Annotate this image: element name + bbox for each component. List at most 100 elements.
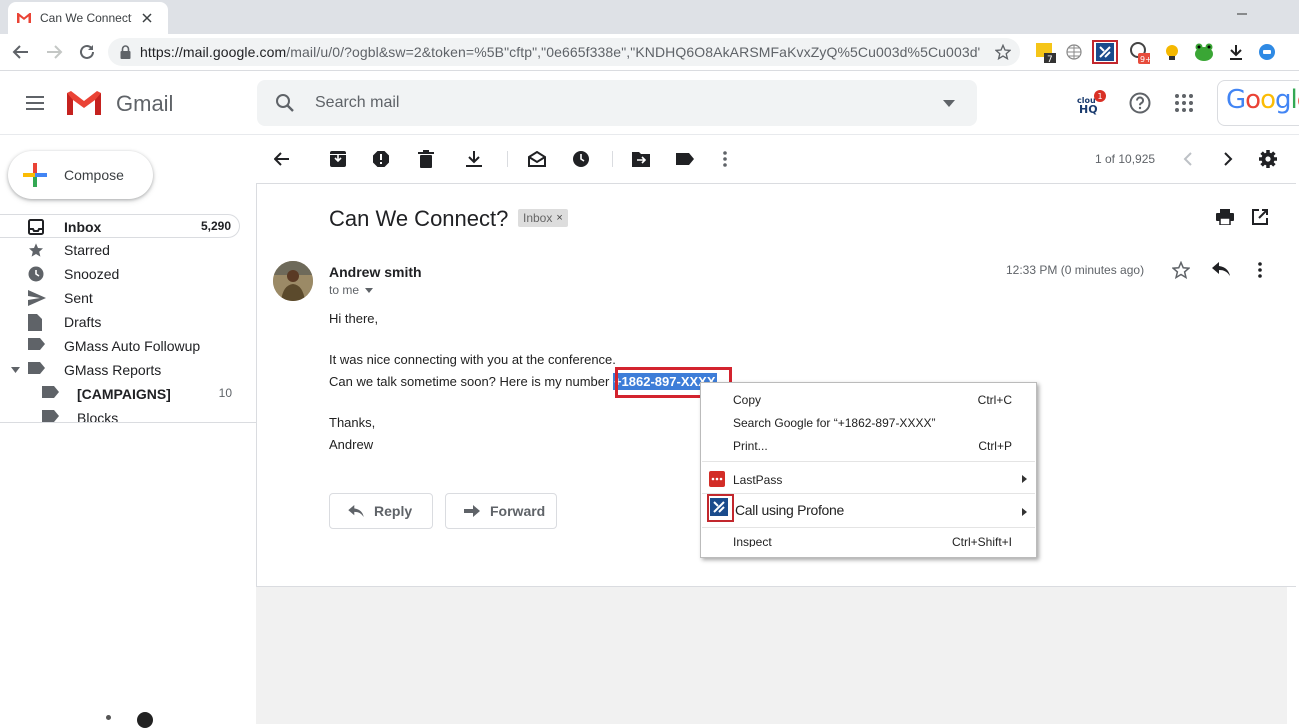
menu-item-inspect-row[interactable]: Inspect Ctrl+Shift+I	[701, 533, 1036, 547]
search-icon[interactable]	[275, 93, 295, 113]
more-options-icon[interactable]	[715, 149, 735, 169]
sender-name[interactable]: Andrew smith	[329, 264, 422, 280]
sidebar-item-blocks[interactable]: Blocks	[0, 406, 240, 422]
sidebar-item-label: Blocks	[77, 410, 119, 422]
bookmark-star-icon[interactable]	[995, 44, 1011, 60]
download-email-icon[interactable]	[464, 149, 484, 169]
sidebar-item-label: Starred	[64, 242, 110, 258]
star-email-icon[interactable]	[1172, 261, 1190, 279]
hangouts-chat-icon[interactable]	[137, 712, 153, 728]
sidebar-item-gmass-reports[interactable]: GMass Reports	[0, 358, 240, 382]
sidebar-item-starred[interactable]: Starred	[0, 238, 240, 262]
search-options-icon[interactable]	[943, 100, 955, 108]
inbox-label-chip[interactable]: Inbox ×	[518, 209, 568, 227]
sidebar-item-label: Inbox	[64, 219, 102, 235]
window-minimize-icon[interactable]	[1236, 8, 1248, 20]
sidebar-item-label: Sent	[64, 290, 93, 306]
print-icon[interactable]	[1216, 209, 1234, 225]
hangouts-dot-icon[interactable]	[106, 715, 111, 720]
back-icon[interactable]	[12, 43, 30, 61]
email-body-line: It was nice connecting with you at the c…	[329, 352, 616, 367]
sidebar-item-label: [CAMPAIGNS]	[77, 386, 171, 402]
labels-icon[interactable]	[675, 149, 695, 169]
sidebar-item-inbox[interactable]: Inbox 5,290	[0, 214, 240, 238]
recipient-text: to me	[329, 283, 360, 297]
sidebar-item-snoozed[interactable]: Snoozed	[0, 262, 240, 286]
reload-icon[interactable]	[78, 43, 96, 61]
forward-button-label: Forward	[490, 503, 546, 519]
reply-icon[interactable]	[1212, 262, 1230, 276]
back-to-inbox-icon[interactable]	[272, 149, 292, 169]
more-actions-icon[interactable]	[1258, 262, 1262, 278]
delete-icon[interactable]	[416, 149, 436, 169]
email-signoff: Thanks,	[329, 415, 376, 430]
cloudhq-icon[interactable]: clou HQ 1	[1076, 89, 1108, 117]
menu-item-copy[interactable]: Copy	[733, 393, 761, 407]
archive-icon[interactable]	[328, 149, 348, 169]
menu-item-call-using-profone[interactable]: Call using Profone	[735, 502, 844, 518]
menu-item-search-google[interactable]: Search Google for “+1862-897-XXXX”	[733, 416, 935, 430]
sidebar-item-drafts[interactable]: Drafts	[0, 310, 240, 334]
panel-background	[256, 587, 1287, 724]
older-chevron-icon[interactable]	[1218, 149, 1238, 169]
context-menu: Copy Ctrl+C Search Google for “+1862-897…	[700, 382, 1037, 558]
open-new-window-icon[interactable]	[1252, 209, 1268, 225]
details-caret-icon[interactable]	[365, 287, 374, 293]
forward-button[interactable]: Forward	[445, 493, 557, 529]
extension-profone-icon[interactable]	[1092, 40, 1118, 64]
recipient-details[interactable]: to me	[329, 283, 374, 297]
extension-frog-icon[interactable]	[1193, 41, 1215, 63]
menu-separator	[702, 493, 1035, 494]
mark-unread-icon[interactable]	[527, 149, 547, 169]
tab-close-icon[interactable]	[142, 13, 152, 23]
expand-caret-icon[interactable]	[11, 367, 20, 373]
email-timestamp: 12:33 PM (0 minutes ago)	[1006, 263, 1145, 277]
menu-item-print[interactable]: Print...	[733, 439, 768, 453]
menu-item-lastpass[interactable]: LastPass	[733, 473, 782, 487]
draft-icon	[28, 314, 42, 331]
extension-tracker-icon[interactable]: 9+	[1128, 41, 1150, 64]
search-bar[interactable]: Search mail	[257, 80, 977, 126]
extension-notes-icon[interactable]: 7	[1034, 41, 1056, 63]
ext-badge-9plus: 9+	[1140, 55, 1150, 64]
address-bar[interactable]: https://mail.google.com/mail/u/0/?ogbl&s…	[108, 38, 1020, 66]
forward-arrow-icon	[464, 505, 480, 517]
extension-bulb-icon[interactable]	[1161, 41, 1183, 63]
sender-avatar[interactable]	[273, 261, 313, 301]
download-icon[interactable]	[1225, 41, 1247, 63]
apps-grid-icon[interactable]	[1175, 94, 1193, 112]
settings-gear-icon[interactable]	[1258, 149, 1278, 169]
google-account-button[interactable]: Google	[1217, 80, 1299, 126]
help-icon[interactable]	[1129, 92, 1151, 114]
search-input[interactable]: Search mail	[315, 94, 399, 112]
forward-icon[interactable]	[45, 43, 63, 61]
snooze-icon[interactable]	[571, 149, 591, 169]
reply-arrow-icon	[348, 505, 364, 517]
sidebar-item-gmass-auto-followup[interactable]: GMass Auto Followup	[0, 334, 240, 358]
extension-globe-icon[interactable]	[1063, 41, 1085, 63]
sidebar-item-sent[interactable]: Sent	[0, 286, 240, 310]
gmail-logo-icon[interactable]	[65, 89, 103, 117]
url-host: https://mail.google.com	[140, 44, 287, 60]
browser-tab-strip	[0, 0, 1299, 34]
compose-button[interactable]: Compose	[8, 151, 153, 199]
browser-tab[interactable]: Can We Connect?	[8, 2, 168, 34]
reply-button-label: Reply	[374, 503, 413, 519]
sidebar-item-label: GMass Auto Followup	[64, 338, 201, 354]
main-menu-icon[interactable]	[25, 95, 45, 111]
toolbar-divider	[507, 151, 508, 167]
remove-label-icon[interactable]: ×	[556, 212, 562, 224]
sidebar-item-campaigns[interactable]: [CAMPAIGNS] 10	[0, 382, 240, 406]
cloudhq-badge: 1	[1098, 92, 1103, 101]
url-text: https://mail.google.com/mail/u/0/?ogbl&s…	[140, 44, 980, 60]
reply-button[interactable]: Reply	[329, 493, 433, 529]
gmail-wordmark: Gmail	[116, 91, 174, 116]
menu-item-inspect[interactable]: Inspect	[733, 535, 772, 547]
shortcut-inspect: Ctrl+Shift+I	[951, 535, 1012, 547]
extension-chat-icon[interactable]	[1256, 41, 1278, 63]
tab-title: Can We Connect?	[40, 11, 132, 25]
move-to-icon[interactable]	[631, 149, 651, 169]
label-icon	[42, 386, 59, 398]
report-spam-icon[interactable]	[371, 149, 391, 169]
newer-chevron-icon[interactable]	[1178, 149, 1198, 169]
